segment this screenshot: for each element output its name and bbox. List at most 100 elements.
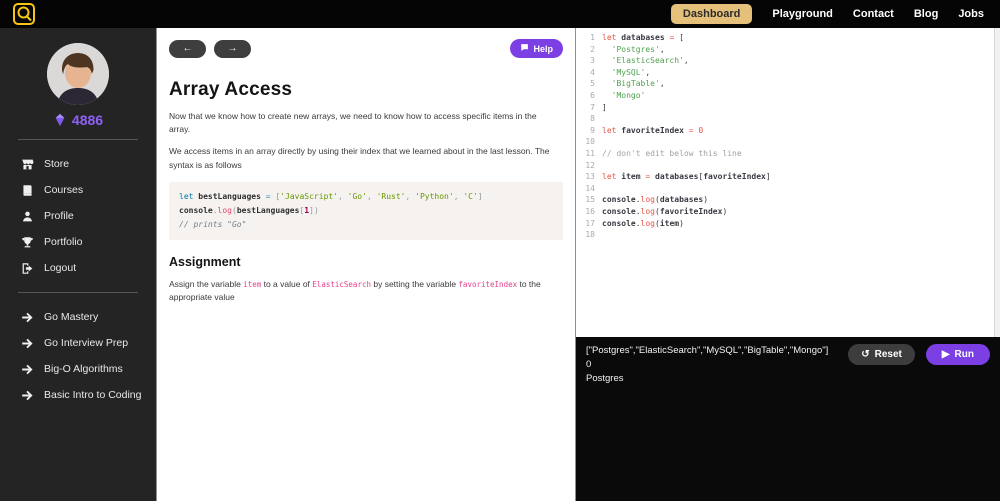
lesson-title: Array Access — [169, 79, 293, 100]
editor-line-16[interactable]: 16 console.log(favoriteIndex) — [581, 206, 992, 218]
gem-icon — [53, 113, 67, 127]
editor-line-4[interactable]: 4 'MySQL', — [581, 67, 992, 79]
arrow-icon — [21, 311, 34, 324]
lesson-paragraph-2: We access items in an array directly by … — [169, 146, 550, 170]
console-buttons: ↺ Reset ▶ Run — [848, 344, 990, 365]
prev-lesson-button[interactable]: ← — [169, 39, 206, 58]
sidebar-course-list: Go Mastery Go Interview Prep Big-O Algorit… — [0, 304, 156, 408]
line-number: 13 — [585, 172, 595, 182]
nav-contact[interactable]: Contact — [853, 8, 894, 20]
line-number: 7 — [590, 102, 595, 112]
editor-line-1[interactable]: 1 let databases = [ — [581, 32, 992, 44]
gems-balance: 4886 — [0, 112, 156, 128]
reset-button[interactable]: ↺ Reset — [848, 344, 915, 365]
next-lesson-button[interactable]: → — [214, 39, 251, 58]
sidebar-item-portfolio[interactable]: Portfolio — [0, 229, 156, 255]
editor-scrollbar[interactable] — [994, 28, 1000, 337]
chat-icon — [520, 43, 529, 54]
lesson-panel: ← → Help Array Access Now that we know h… — [156, 28, 576, 501]
sidebar-item-courses[interactable]: Courses — [0, 177, 156, 203]
editor-line-8[interactable]: 8 — [581, 113, 992, 125]
editor-line-10[interactable]: 10 — [581, 136, 992, 148]
line-number: 12 — [585, 160, 595, 170]
sidebar-item-label: Logout — [44, 262, 77, 274]
sidebar-item-label: Store — [44, 158, 70, 170]
topbar: Dashboard Playground Contact Blog Jobs — [0, 0, 1000, 28]
app-logo-icon[interactable] — [12, 2, 36, 26]
arrow-icon — [21, 363, 34, 376]
editor-line-9[interactable]: 9 let favoriteIndex = 0 — [581, 125, 992, 137]
sidebar-course-big-o-algorithms[interactable]: Big-O Algorithms — [0, 356, 156, 382]
store-icon — [21, 158, 34, 171]
line-number: 10 — [585, 137, 595, 147]
help-button[interactable]: Help — [510, 39, 563, 58]
sidebar-item-label: Portfolio — [44, 236, 83, 248]
sidebar-item-profile[interactable]: Profile — [0, 203, 156, 229]
line-number: 8 — [590, 114, 595, 124]
sidebar-item-label: Courses — [44, 184, 84, 196]
line-number: 17 — [585, 218, 595, 228]
editor-line-3[interactable]: 3 'ElasticSearch', — [581, 55, 992, 67]
help-button-label: Help — [533, 43, 553, 54]
play-icon: ▶ — [941, 348, 950, 360]
avatar-wrap — [0, 43, 156, 105]
run-button-label: Run — [954, 348, 974, 360]
sidebar-course-basic-intro-to-coding[interactable]: Basic Intro to Coding — [0, 382, 156, 408]
line-number: 16 — [585, 206, 595, 216]
line-number: 6 — [590, 90, 595, 100]
line-number: 1 — [590, 33, 595, 42]
sidebar-course-go-interview-prep[interactable]: Go Interview Prep — [0, 330, 156, 356]
assignment-title: Assignment — [169, 254, 241, 269]
line-number: 9 — [590, 125, 595, 135]
editor-line-7[interactable]: 7] — [581, 102, 992, 114]
divider — [18, 139, 138, 140]
editor-line-11[interactable]: 11// don't edit below this line — [581, 148, 992, 160]
console-output-line: Postgres — [586, 372, 624, 384]
sidebar: 4886 Store Courses Profile Portfolio Logout … — [0, 28, 156, 501]
editor-line-17[interactable]: 17 console.log(item) — [581, 218, 992, 230]
arrow-right-icon: → — [227, 42, 238, 54]
line-number: 5 — [590, 79, 595, 89]
inline-code: item — [243, 279, 262, 289]
nav-blog[interactable]: Blog — [914, 8, 938, 20]
inline-code: ElasticSearch — [312, 279, 371, 289]
reset-icon: ↺ — [861, 348, 870, 360]
line-number: 18 — [585, 230, 595, 240]
courses-icon — [21, 184, 34, 197]
nav-jobs[interactable]: Jobs — [958, 8, 984, 20]
topbar-nav: Dashboard Playground Contact Blog Jobs — [670, 4, 990, 24]
gems-count: 4886 — [71, 112, 104, 128]
editor-line-6[interactable]: 6 'Mongo' — [581, 90, 992, 102]
editor-line-2[interactable]: 2 'Postgres', — [581, 44, 992, 56]
example-code-line: console.log(bestLanguages[1]) — [179, 205, 319, 215]
editor-console-panel: 1 let databases = [2 'Postgres', 3 'Elasti… — [576, 28, 1000, 501]
profile-icon — [21, 210, 34, 223]
line-number: 15 — [585, 195, 595, 205]
editor-line-15[interactable]: 15 console.log(databases) — [581, 194, 992, 206]
code-editor[interactable]: 1 let databases = [2 'Postgres', 3 'Elasti… — [576, 28, 1000, 337]
sidebar-item-logout[interactable]: Logout — [0, 255, 156, 281]
arrow-icon — [21, 389, 34, 402]
arrow-icon — [21, 337, 34, 350]
editor-line-12[interactable]: 12 — [581, 160, 992, 172]
logout-icon — [21, 262, 34, 275]
example-code-line: let bestLanguages = ['JavaScript', 'Go',… — [179, 191, 483, 201]
inline-code: favoriteIndex — [458, 279, 518, 289]
sidebar-item-store[interactable]: Store — [0, 151, 156, 177]
lesson-nav-row: ← → Help — [169, 39, 563, 58]
nav-playground[interactable]: Playground — [772, 8, 833, 20]
editor-line-18[interactable]: 18 — [581, 229, 992, 241]
sidebar-course-go-mastery[interactable]: Go Mastery — [0, 304, 156, 330]
avatar[interactable] — [47, 43, 109, 105]
assignment-text: Assign the variable item to a value of E… — [169, 278, 541, 302]
editor-line-14[interactable]: 14 — [581, 183, 992, 195]
lesson-paragraph-1: Now that we know how to create new array… — [169, 111, 537, 135]
console-panel: ["Postgres","ElasticSearch","MySQL","Big… — [576, 337, 1000, 501]
sidebar-menu: Store Courses Profile Portfolio Logout — [0, 151, 156, 281]
line-number: 3 — [590, 56, 595, 66]
run-button[interactable]: ▶ Run — [925, 344, 990, 365]
reset-button-label: Reset — [874, 348, 902, 360]
nav-dashboard[interactable]: Dashboard — [670, 4, 753, 24]
editor-line-5[interactable]: 5 'BigTable', — [581, 78, 992, 90]
editor-line-13[interactable]: 13 let item = databases[favoriteIndex] — [581, 171, 992, 183]
